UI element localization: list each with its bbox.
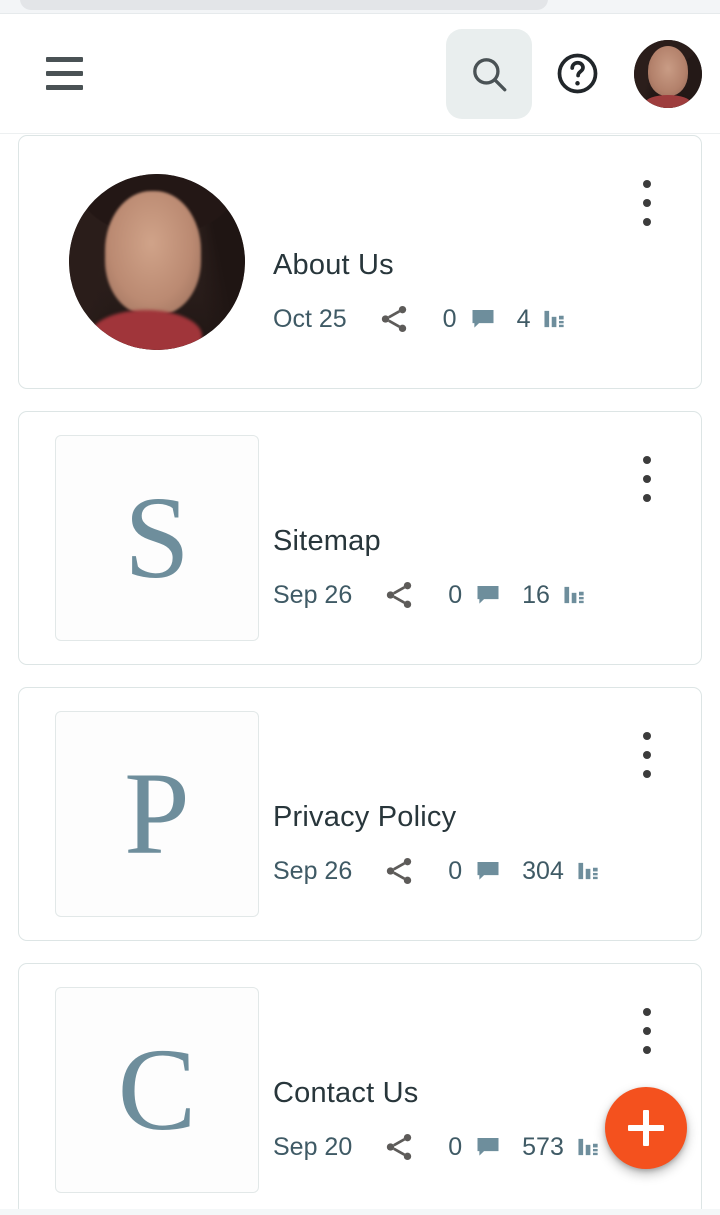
help-circle-icon (557, 53, 597, 94)
hamburger-menu-button[interactable] (35, 45, 93, 103)
hamburger-menu-icon (45, 71, 83, 76)
more-vertical-icon (643, 475, 651, 483)
more-vertical-icon (643, 494, 651, 502)
post-date: Sep 26 (273, 580, 353, 609)
comment-count: 0 (448, 580, 463, 609)
more-vertical-icon (643, 199, 651, 207)
comment-stat[interactable]: 0 (448, 581, 502, 610)
post-body: Privacy Policy Sep 26 0 304 (259, 688, 677, 940)
post-overflow-menu-button[interactable] (625, 176, 669, 230)
avatar-shirt (645, 94, 691, 108)
more-vertical-icon (643, 770, 651, 778)
plus-icon (628, 1125, 664, 1131)
comment-bubble-icon (477, 586, 499, 604)
post-card[interactable]: C Contact Us Sep 20 0 573 (18, 963, 702, 1215)
more-vertical-icon (643, 1046, 651, 1054)
comment-stat[interactable]: 0 (443, 305, 497, 334)
more-vertical-icon (643, 218, 651, 226)
share-icon (387, 581, 412, 609)
post-title: Sitemap (273, 524, 381, 557)
hamburger-menu-icon (45, 57, 83, 62)
share-button[interactable] (377, 302, 411, 336)
view-count: 16 (522, 580, 550, 609)
post-title: About Us (273, 248, 394, 281)
post-card[interactable]: P Privacy Policy Sep 26 0 304 (18, 687, 702, 941)
share-icon (381, 305, 406, 333)
views-stat[interactable]: 573 (522, 1133, 601, 1162)
more-vertical-icon (643, 1027, 651, 1035)
share-icon (387, 1133, 412, 1161)
post-meta: Oct 25 0 4 (273, 302, 567, 336)
user-avatar[interactable] (634, 39, 702, 108)
share-button[interactable] (382, 1130, 416, 1164)
bar-chart-icon (564, 586, 584, 604)
avatar-face (648, 45, 688, 96)
post-list: About Us Oct 25 0 4 S Sitemap Sep 26 0 1… (0, 135, 720, 1215)
post-overflow-menu-button[interactable] (625, 1004, 669, 1058)
post-thumbnail-photo (69, 174, 245, 350)
more-vertical-icon (643, 456, 651, 464)
post-card[interactable]: S Sitemap Sep 26 0 16 (18, 411, 702, 665)
share-button[interactable] (382, 854, 416, 888)
post-title: Privacy Policy (273, 800, 457, 833)
comment-bubble-icon (477, 862, 499, 880)
view-count: 573 (522, 1132, 564, 1161)
more-vertical-icon (643, 180, 651, 188)
comment-count: 0 (448, 856, 463, 885)
thumbnail-face (105, 191, 202, 316)
post-thumbnail: C (55, 987, 259, 1193)
hamburger-menu-icon (45, 85, 83, 90)
search-icon (473, 57, 507, 91)
comment-stat[interactable]: 0 (448, 1133, 502, 1162)
post-thumbnail (55, 174, 259, 350)
share-icon (387, 857, 412, 885)
post-date: Sep 20 (273, 1132, 353, 1161)
post-date: Sep 26 (273, 856, 353, 885)
page-bottom-edge (0, 1209, 720, 1215)
post-meta: Sep 26 0 16 (273, 578, 587, 612)
bar-chart-icon (544, 310, 565, 328)
view-count: 4 (516, 304, 531, 333)
post-thumbnail: S (55, 435, 259, 641)
views-stat[interactable]: 4 (517, 305, 568, 334)
search-button[interactable] (446, 28, 532, 119)
comment-count: 0 (442, 304, 457, 333)
comment-bubble-icon (472, 310, 494, 328)
comment-count: 0 (448, 1132, 463, 1161)
browser-tab-stub (20, 0, 548, 10)
post-card[interactable]: About Us Oct 25 0 4 (18, 135, 702, 389)
views-stat[interactable]: 16 (522, 581, 587, 610)
comment-stat[interactable]: 0 (448, 857, 502, 886)
more-vertical-icon (643, 732, 651, 740)
post-thumbnail-letter: S (55, 435, 259, 641)
post-body: Contact Us Sep 20 0 573 (259, 964, 677, 1215)
help-button[interactable] (549, 46, 605, 102)
post-thumbnail-letter: P (55, 711, 259, 917)
post-body: Sitemap Sep 26 0 16 (259, 412, 677, 664)
more-vertical-icon (643, 751, 651, 759)
post-meta: Sep 26 0 304 (273, 854, 601, 888)
views-stat[interactable]: 304 (522, 857, 601, 886)
view-count: 304 (522, 856, 564, 885)
share-button[interactable] (382, 578, 416, 612)
more-vertical-icon (643, 1008, 651, 1016)
new-post-fab[interactable] (605, 1087, 687, 1169)
post-body: About Us Oct 25 0 4 (259, 136, 677, 388)
browser-chrome-sliver (0, 0, 720, 14)
post-thumbnail-letter: C (55, 987, 259, 1193)
post-thumbnail: P (55, 711, 259, 917)
comment-bubble-icon (477, 1138, 499, 1156)
bar-chart-icon (578, 862, 598, 880)
post-date: Oct 25 (273, 304, 347, 333)
post-overflow-menu-button[interactable] (625, 452, 669, 506)
bar-chart-icon (578, 1138, 598, 1156)
post-meta: Sep 20 0 573 (273, 1130, 601, 1164)
post-overflow-menu-button[interactable] (625, 728, 669, 782)
app-bar (0, 14, 720, 134)
